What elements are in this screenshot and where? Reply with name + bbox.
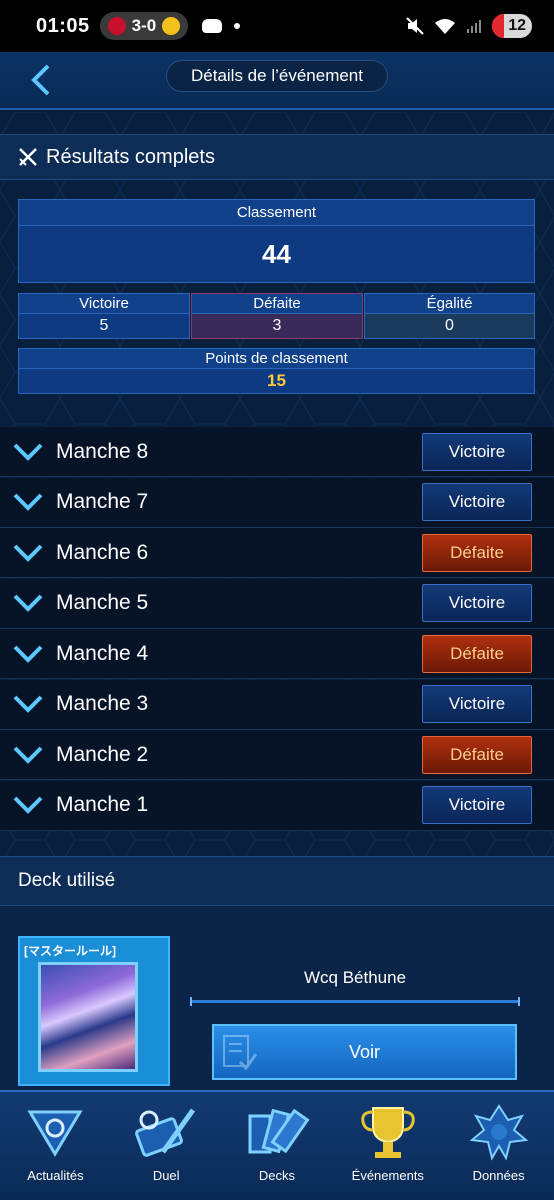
deck-title-text: Deck utilisé <box>18 870 116 891</box>
draws-label: Égalité <box>365 294 534 314</box>
round-label: Manche 2 <box>56 742 149 766</box>
losses-box: Défaite 3 <box>191 293 363 339</box>
news-icon <box>27 1110 84 1157</box>
round-label: Manche 1 <box>56 793 149 816</box>
team2-badge-icon <box>162 17 181 35</box>
score-widget: 3-0 <box>99 12 189 40</box>
main-content: Résultats complets Classement 44 Victoir… <box>0 112 554 1090</box>
ranking-value: 44 <box>262 239 291 269</box>
checklist-icon <box>223 1035 258 1071</box>
round-row[interactable]: Manche 5 Victoire <box>0 578 554 629</box>
notification-dot-icon <box>234 23 241 29</box>
chevron-down-icon <box>13 443 43 461</box>
signal-icon <box>467 20 481 33</box>
wins-label: Victoire <box>19 294 189 314</box>
deck-divider <box>190 997 520 1006</box>
trophy-icon <box>361 1107 415 1158</box>
round-result-badge: Victoire <box>422 786 532 824</box>
round-label: Manche 6 <box>56 540 149 564</box>
page-title: Détails de l’événement <box>166 60 388 92</box>
chevron-down-icon <box>13 493 43 511</box>
wins-value: 5 <box>99 317 109 334</box>
discord-icon <box>202 19 223 33</box>
decks-icon <box>248 1108 310 1154</box>
losses-label: Défaite <box>192 294 362 314</box>
wins-box: Victoire 5 <box>18 293 190 339</box>
chevron-down-icon <box>13 746 43 764</box>
nav-item-events[interactable]: Événements <box>332 1092 443 1200</box>
round-row[interactable]: Manche 1 Victoire <box>0 780 554 831</box>
nav-label-news: Actualités <box>27 1168 84 1183</box>
draws-value: 0 <box>445 317 454 334</box>
battery-level: 12 <box>508 17 526 34</box>
battery-indicator: 12 <box>492 14 532 38</box>
duel-icon <box>135 1108 196 1157</box>
chevron-down-icon <box>13 645 43 663</box>
round-row[interactable]: Manche 8 Victoire <box>0 427 554 477</box>
mute-icon <box>406 17 424 35</box>
round-row[interactable]: Manche 3 Victoire <box>0 679 554 730</box>
round-result-badge: Victoire <box>422 483 532 521</box>
ranking-box: Classement 44 <box>18 199 535 283</box>
chevron-down-icon <box>13 544 43 562</box>
round-label: Manche 8 <box>56 439 149 463</box>
chevron-down-icon <box>13 796 43 814</box>
nav-item-news[interactable]: Actualités <box>0 1092 111 1200</box>
round-row[interactable]: Manche 2 Défaite <box>0 730 554 780</box>
round-result-badge: Victoire <box>422 432 532 471</box>
status-time: 01:05 <box>36 14 90 37</box>
swords-icon <box>19 148 37 166</box>
nav-item-duel[interactable]: Duel <box>111 1092 222 1200</box>
deck-thumbnail[interactable]: [マスタールール] <box>18 936 170 1086</box>
nav-item-decks[interactable]: Decks <box>222 1092 333 1200</box>
back-arrow-icon[interactable] <box>26 62 56 98</box>
score-text: 3-0 <box>131 16 157 35</box>
results-title-text: Résultats complets <box>46 145 215 168</box>
deck-tag: [マスタールール] <box>24 944 116 958</box>
round-result-badge: Défaite <box>422 634 532 673</box>
bottom-navigation: Actualités Duel Decks Événements Données <box>0 1090 554 1200</box>
nav-label-decks: Decks <box>258 1168 296 1183</box>
chevron-down-icon <box>13 695 43 713</box>
round-result-badge: Défaite <box>422 735 532 774</box>
deck-section-title: Deck utilisé <box>0 856 554 906</box>
app-header: Détails de l’événement <box>0 52 554 110</box>
deck-name: Wcq Béthune <box>303 968 407 987</box>
status-bar: 01:05 3-0 12 <box>0 0 554 52</box>
nav-label-events: Événements <box>351 1168 424 1183</box>
team1-badge-icon <box>107 17 126 35</box>
round-result-badge: Victoire <box>422 584 532 622</box>
view-deck-button[interactable]: Voir <box>212 1024 517 1080</box>
round-row[interactable]: Manche 4 Défaite <box>0 629 554 679</box>
nav-label-duel: Duel <box>152 1168 180 1183</box>
round-row[interactable]: Manche 6 Défaite <box>0 528 554 578</box>
round-label: Manche 5 <box>56 591 149 614</box>
nav-item-data[interactable]: Données <box>443 1092 554 1200</box>
losses-value: 3 <box>272 317 282 334</box>
deck-card-art <box>38 962 138 1072</box>
ranking-label: Classement <box>19 200 534 226</box>
round-label: Manche 4 <box>56 641 149 665</box>
results-section-title: Résultats complets <box>0 134 554 180</box>
round-label: Manche 7 <box>56 490 149 513</box>
round-result-badge: Défaite <box>422 533 532 572</box>
round-row[interactable]: Manche 7 Victoire <box>0 477 554 528</box>
chevron-down-icon <box>13 594 43 612</box>
draws-box: Égalité 0 <box>364 293 535 339</box>
points-box: Points de classement 15 <box>18 348 535 394</box>
deck-area: [マスタールール] Wcq Béthune Voir <box>0 906 554 1090</box>
round-result-badge: Victoire <box>422 685 532 723</box>
wifi-icon <box>435 19 455 34</box>
data-icon <box>469 1104 528 1161</box>
round-label: Manche 3 <box>56 692 149 715</box>
points-label: Points de classement <box>19 349 534 369</box>
view-deck-label: Voir <box>348 1041 381 1062</box>
nav-label-data: Données <box>472 1168 525 1183</box>
points-value: 15 <box>267 371 286 390</box>
